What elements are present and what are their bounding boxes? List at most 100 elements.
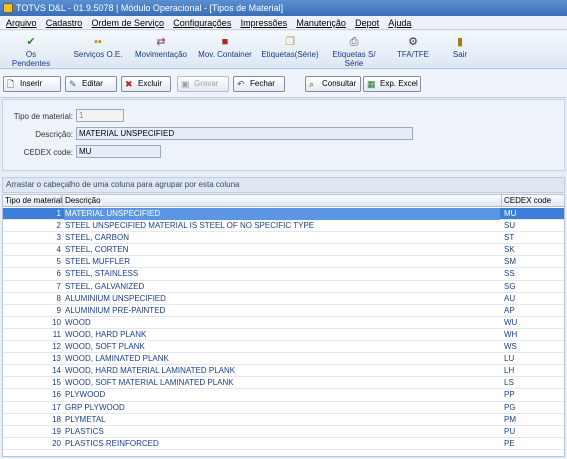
table-row[interactable]: 13 WOOD, LAMINATED PLANK LU (3, 353, 564, 366)
cell-tipo: 11 (52, 329, 61, 339)
table-row[interactable]: 16 PLYWOOD PP (3, 389, 564, 402)
cell-tipo: 20 (52, 438, 61, 448)
labels-icon: ❐ (285, 36, 295, 48)
cell-tipo: 15 (52, 378, 61, 388)
excel-icon: ▦ (367, 79, 376, 89)
menu-manutencao[interactable]: Manutenção (296, 18, 346, 28)
cell-tipo: 14 (52, 366, 61, 376)
cell-cedex: ST (504, 233, 515, 243)
cell-tipo: 19 (52, 426, 61, 436)
cell-cedex: SS (504, 269, 515, 279)
cell-tipo: 2 (56, 221, 61, 231)
table-row[interactable]: 6 STEEL, STAINLESS SS (3, 268, 564, 281)
table-row[interactable]: 1 MATERIAL UNSPECIFIED MU (3, 208, 564, 221)
app-icon (3, 3, 13, 13)
cell-tipo: 17 (52, 402, 61, 412)
menu-cadastro[interactable]: Cadastro (46, 18, 83, 28)
cell-descricao: WOOD, HARD MATERIAL LAMINATED PLANK (65, 366, 236, 376)
table-row[interactable]: 7 STEEL, GALVANIZED SG (3, 281, 564, 293)
exp-excel-button[interactable]: ▦ Exp. Excel (363, 76, 421, 92)
checklist-icon: ✔ (26, 36, 36, 48)
table-row[interactable]: 20 PLASTICS REINFORCED PE (3, 438, 564, 450)
table-row[interactable]: 4 STEEL, CORTEN SK (3, 244, 564, 257)
back-arrow-icon: ↶ (237, 79, 245, 89)
cell-descricao: WOOD, SOFT MATERIAL LAMINATED PLANK (65, 378, 234, 388)
cell-descricao: PLASTICS (65, 426, 104, 436)
delete-icon: ✖ (125, 79, 133, 89)
fechar-button[interactable]: ↶ Fechar (233, 76, 285, 92)
cell-cedex: WS (504, 342, 517, 352)
cell-descricao: WOOD, SOFT PLANK (65, 342, 145, 352)
cell-tipo: 16 (52, 390, 61, 400)
table-row[interactable]: 19 PLASTICS PU (3, 426, 564, 438)
table-row[interactable]: 2 STEEL UNSPECIFIED MATERIAL IS STEEL OF … (3, 220, 564, 233)
table-row[interactable]: 17 GRP PLYWOOD PG (3, 402, 564, 414)
cell-tipo: 4 (56, 245, 61, 255)
cell-descricao: ALUMINIUM UNSPECIFIED (65, 293, 166, 303)
sair-button[interactable]: ▮ Sair (448, 33, 472, 67)
cell-cedex: PU (504, 426, 516, 436)
cell-cedex: LU (504, 354, 515, 364)
cell-tipo: 8 (56, 293, 61, 303)
table-row[interactable]: 15 WOOD, SOFT MATERIAL LAMINATED PLANK LS (3, 377, 564, 390)
consultar-button[interactable]: ⌕ Consultar (305, 76, 361, 92)
cell-descricao: WOOD, HARD PLANK (65, 329, 147, 339)
cell-cedex: PE (504, 438, 515, 448)
menu-depot[interactable]: Depot (355, 18, 379, 28)
column-header-tipo[interactable]: Tipo de material (3, 195, 63, 207)
tfa-tfe-button[interactable]: ⚙ TFA/TFE (394, 33, 432, 67)
excluir-button[interactable]: ✖ Excluir (121, 76, 171, 92)
cell-cedex: PG (504, 402, 516, 412)
table-row[interactable]: 11 WOOD, HARD PLANK WH (3, 329, 564, 342)
cell-cedex: WU (504, 317, 518, 327)
os-pendentes-button[interactable]: ✔ Os Pendentes (6, 33, 56, 68)
etiquetas-serie-button[interactable]: ❐ Etiquetas(Série) (260, 33, 320, 67)
table-row[interactable]: 14 WOOD, HARD MATERIAL LAMINATED PLANK LH (3, 365, 564, 378)
menu-ajuda[interactable]: Ajuda (388, 18, 411, 28)
cell-tipo: 5 (56, 257, 61, 267)
mov-container-button[interactable]: ■ Mov. Container (196, 33, 254, 67)
cell-tipo: 10 (52, 317, 61, 327)
cell-cedex: AP (504, 305, 515, 315)
cedex-code-field[interactable]: MU (76, 145, 161, 158)
column-header-cedex[interactable]: CEDEX code (502, 195, 564, 207)
editar-button[interactable]: ✎ Editar (65, 76, 117, 92)
cell-descricao: WOOD (65, 317, 91, 327)
cell-tipo: 7 (56, 281, 61, 291)
column-header-descricao[interactable]: Descrição (63, 195, 502, 207)
cell-descricao: STEEL, CORTEN (65, 245, 129, 255)
menu-impressoes[interactable]: Impressões (241, 18, 288, 28)
servicos-oe-button[interactable]: ▪▪ Serviços O.E. (72, 33, 124, 67)
services-icon: ▪▪ (94, 36, 102, 48)
search-icon: ⌕ (309, 79, 315, 89)
movimentacao-button[interactable]: ⇄ Movimentação (134, 33, 188, 67)
table-row[interactable]: 12 WOOD, SOFT PLANK WS (3, 341, 564, 354)
table-row[interactable]: 8 ALUMINIUM UNSPECIFIED AU (3, 293, 564, 305)
etiquetas-sem-serie-button[interactable]: ⎙ Etiquetas S/ Série (322, 33, 386, 68)
cell-cedex: LH (504, 366, 515, 376)
cell-tipo: 9 (56, 305, 61, 315)
cell-cedex: SK (504, 245, 515, 255)
gravar-button[interactable]: ▣ Gravar (177, 76, 229, 92)
cell-tipo: 1 (56, 209, 61, 218)
cell-descricao: PLYMETAL (65, 414, 106, 424)
menu-arquivo[interactable]: Arquivo (6, 18, 37, 28)
table-row[interactable]: 10 WOOD WU (3, 317, 564, 329)
table-row[interactable]: 18 PLYMETAL PM (3, 414, 564, 426)
descricao-field[interactable]: MATERIAL UNSPECIFIED (76, 127, 413, 140)
container-icon: ■ (221, 36, 229, 48)
cell-cedex: SG (504, 281, 516, 291)
menu-configuracoes[interactable]: Configurações (173, 18, 231, 28)
cell-descricao: STEEL, STAINLESS (65, 269, 139, 279)
table-row[interactable]: 3 STEEL, CARBON ST (3, 232, 564, 245)
menu-ordem-servico[interactable]: Ordem de Serviço (92, 18, 165, 28)
group-by-hint[interactable]: Arrastar o cabeçalho de uma coluna para … (2, 177, 565, 193)
table-row[interactable]: 9 ALUMINIUM PRE-PAINTED AP (3, 305, 564, 317)
cell-descricao: PLASTICS REINFORCED (65, 438, 159, 448)
cell-tipo: 13 (52, 354, 61, 364)
save-icon: ▣ (181, 79, 190, 89)
title-bar: TOTVS D&L - 01.9.5078 | Módulo Operacion… (0, 0, 567, 16)
inserir-button[interactable]: 🗋 Inserir (3, 76, 61, 92)
table-row[interactable]: 5 STEEL MUFFLER SM (3, 256, 564, 269)
descricao-label: Descrição: (35, 130, 73, 139)
